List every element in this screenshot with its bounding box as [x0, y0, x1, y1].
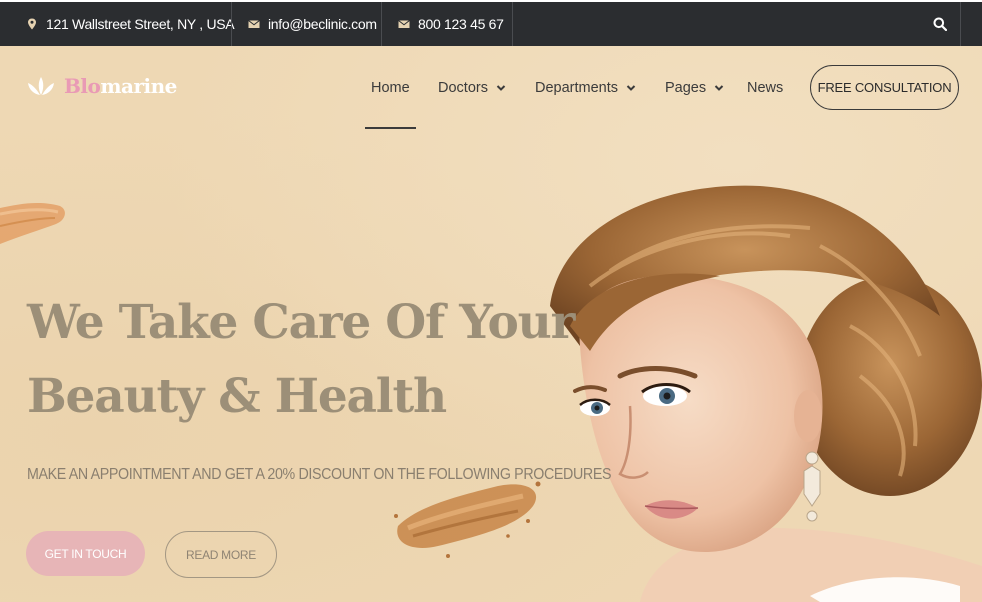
address-info: 121 Wallstreet Street, NY , USA	[26, 2, 235, 46]
chevron-down-icon	[626, 85, 636, 91]
chevron-down-icon	[496, 85, 506, 91]
nav-item-label: Home	[371, 80, 410, 96]
hero-headline-line1: We Take Care Of Your	[27, 295, 575, 350]
free-consultation-button[interactable]: FREE CONSULTATION	[810, 65, 959, 110]
phone-info[interactable]: 800 123 45 67	[398, 2, 504, 46]
nav-item-doctors[interactable]: Doctors	[438, 68, 506, 108]
phone-text[interactable]: 800 123 45 67	[418, 16, 504, 32]
hero-section: Blomarine Home Doctors Departments Pages…	[0, 46, 982, 602]
hero-headline-line2: Beauty & Health	[27, 369, 447, 424]
lotus-icon	[28, 77, 54, 95]
active-nav-indicator	[365, 127, 416, 129]
search-button[interactable]	[933, 2, 947, 46]
logo-part2: marine	[100, 74, 177, 98]
nav-item-label: Departments	[535, 80, 619, 96]
chevron-down-icon	[714, 85, 724, 91]
hero-headline: We Take Care Of Your Beauty & Health	[27, 286, 575, 434]
address-text: 121 Wallstreet Street, NY , USA	[46, 16, 235, 32]
envelope-icon	[398, 20, 410, 28]
nav-item-pages[interactable]: Pages	[665, 68, 724, 108]
site-logo[interactable]: Blomarine	[26, 74, 177, 98]
nav-item-label: Doctors	[438, 80, 488, 96]
makeup-smear-left	[0, 202, 65, 244]
divider	[381, 2, 382, 46]
logo-part1: Blo	[64, 74, 101, 98]
email-info[interactable]: info@beclinic.com	[248, 2, 377, 46]
woman-portrait-image	[550, 185, 982, 602]
divider	[512, 2, 513, 46]
logo-wordmark: Blomarine	[64, 74, 177, 98]
search-icon[interactable]	[933, 17, 947, 31]
envelope-icon	[248, 20, 260, 28]
hero-subline: MAKE AN APPOINTMENT AND GET A 20% DISCOU…	[27, 466, 612, 483]
read-more-button[interactable]: READ MORE	[165, 531, 277, 578]
nav-item-news[interactable]: News	[747, 68, 783, 108]
nav-item-label: News	[747, 80, 784, 96]
nav-item-home[interactable]: Home	[371, 68, 410, 108]
email-text[interactable]: info@beclinic.com	[268, 16, 377, 32]
divider	[960, 2, 961, 46]
nav-item-departments[interactable]: Departments	[535, 68, 636, 108]
location-pin-icon	[28, 18, 36, 30]
divider	[231, 2, 232, 46]
nav-item-label: Pages	[665, 80, 707, 96]
top-info-bar: 121 Wallstreet Street, NY , USA info@bec…	[0, 0, 982, 46]
get-in-touch-button[interactable]: GET IN TOUCH	[26, 531, 145, 576]
